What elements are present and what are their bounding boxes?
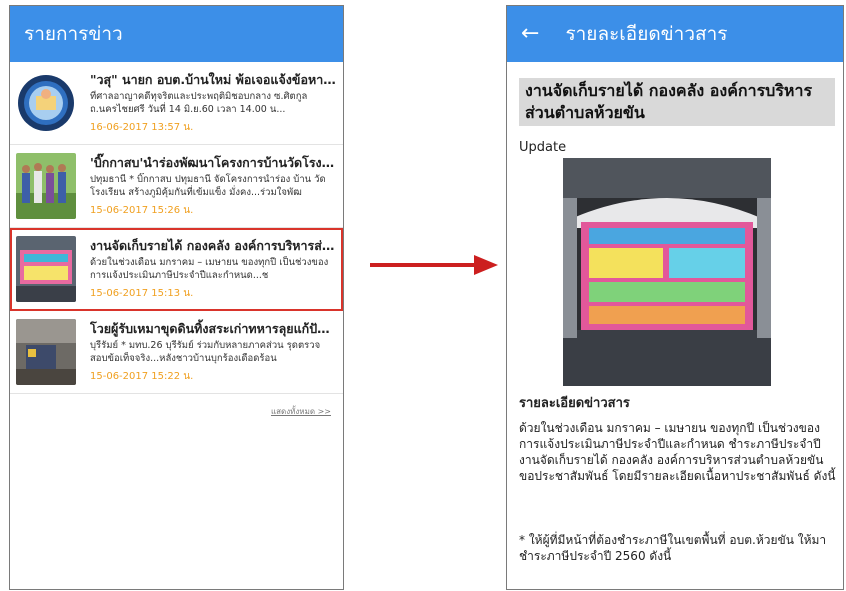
show-all-link[interactable]: แสดงทั้งหมด >> (271, 405, 331, 418)
detail-title: รายละเอียดข่าวสาร (565, 23, 728, 45)
detail-body-paragraph: ด้วยในช่วงเดือน มกราคม – เมษายน ของทุกปี… (519, 421, 836, 483)
news-item-2[interactable]: 'บิ๊กกาสบ'นำร่องพัฒนาโครงการบ้านวัดโรงเ.… (10, 145, 343, 228)
news-item-title: งานจัดเก็บรายได้ กองคลัง องค์การบริหารส่… (90, 238, 336, 253)
list-appbar: รายการข่าว (10, 6, 343, 62)
news-item-date: 15-06-2017 15:26 น. (90, 205, 194, 216)
group-photo-icon (16, 153, 76, 219)
news-item-1[interactable]: "วสุ" นายก อบต.บ้านใหม่ พ้อเจอแจ้งข้อหาอ… (10, 62, 343, 145)
news-item-date: 15-06-2017 15:22 น. (90, 371, 194, 382)
detail-headline: งานจัดเก็บรายได้ กองคลัง องค์การบริหารส่… (519, 78, 835, 126)
news-list: "วสุ" นายก อบต.บ้านใหม่ พ้อเจอแจ้งข้อหาอ… (10, 62, 343, 394)
update-label: Update (519, 140, 567, 155)
news-item-snippet: ด้วยในช่วงเดือน มกราคม – เมษายน ของทุกปี… (90, 257, 329, 281)
news-list-screen: รายการข่าว "วสุ" นายก อบต.บ้านใหม่ พ้อเจ… (9, 5, 344, 590)
detail-section-heading: รายละเอียดข่าวสาร (519, 396, 630, 411)
news-photo (563, 158, 771, 386)
news-item-title: โวยผู้รับเหมาขุดดินทิ้งสระเก่าทหารลุยแก้… (90, 321, 336, 336)
list-title: รายการข่าว (24, 23, 123, 45)
reader-logo-icon (16, 70, 76, 136)
news-item-date: 15-06-2017 15:13 น. (90, 288, 194, 299)
detail-appbar: ← รายละเอียดข่าวสาร (507, 6, 843, 62)
detail-note-paragraph: * ให้ผู้ที่มีหน้าที่ต้องชำระภาษีในเขตพื้… (519, 533, 827, 563)
news-item-4[interactable]: โวยผู้รับเหมาขุดดินทิ้งสระเก่าทหารลุยแก้… (10, 311, 343, 394)
banner-photo-icon (16, 236, 76, 302)
news-item-title: "วสุ" นายก อบต.บ้านใหม่ พ้อเจอแจ้งข้อหาอ… (90, 72, 336, 87)
transition-arrow-icon (370, 255, 498, 275)
news-item-3-selected[interactable]: งานจัดเก็บรายได้ กองคลัง องค์การบริหารส่… (10, 228, 343, 311)
news-item-snippet: ปทุมธานี * บิ๊กกาสบ ปทุมธานี จัดโครงการน… (90, 174, 326, 198)
news-item-date: 16-06-2017 13:57 น. (90, 122, 194, 133)
news-item-title: 'บิ๊กกาสบ'นำร่องพัฒนาโครงการบ้านวัดโรงเ.… (90, 155, 336, 170)
news-item-snippet: ที่ศาลอาญาคดีทุจริตและประพฤติมิชอบกลาง ซ… (90, 91, 308, 115)
back-arrow-icon[interactable]: ← (521, 23, 539, 45)
site-photo-icon (16, 319, 76, 385)
news-item-snippet: บุรีรัมย์ * มทบ.26 บุรีรัมย์ ร่วมกับหลาย… (90, 340, 321, 364)
news-detail-screen: ← รายละเอียดข่าวสาร งานจัดเก็บรายได้ กอง… (506, 5, 844, 590)
